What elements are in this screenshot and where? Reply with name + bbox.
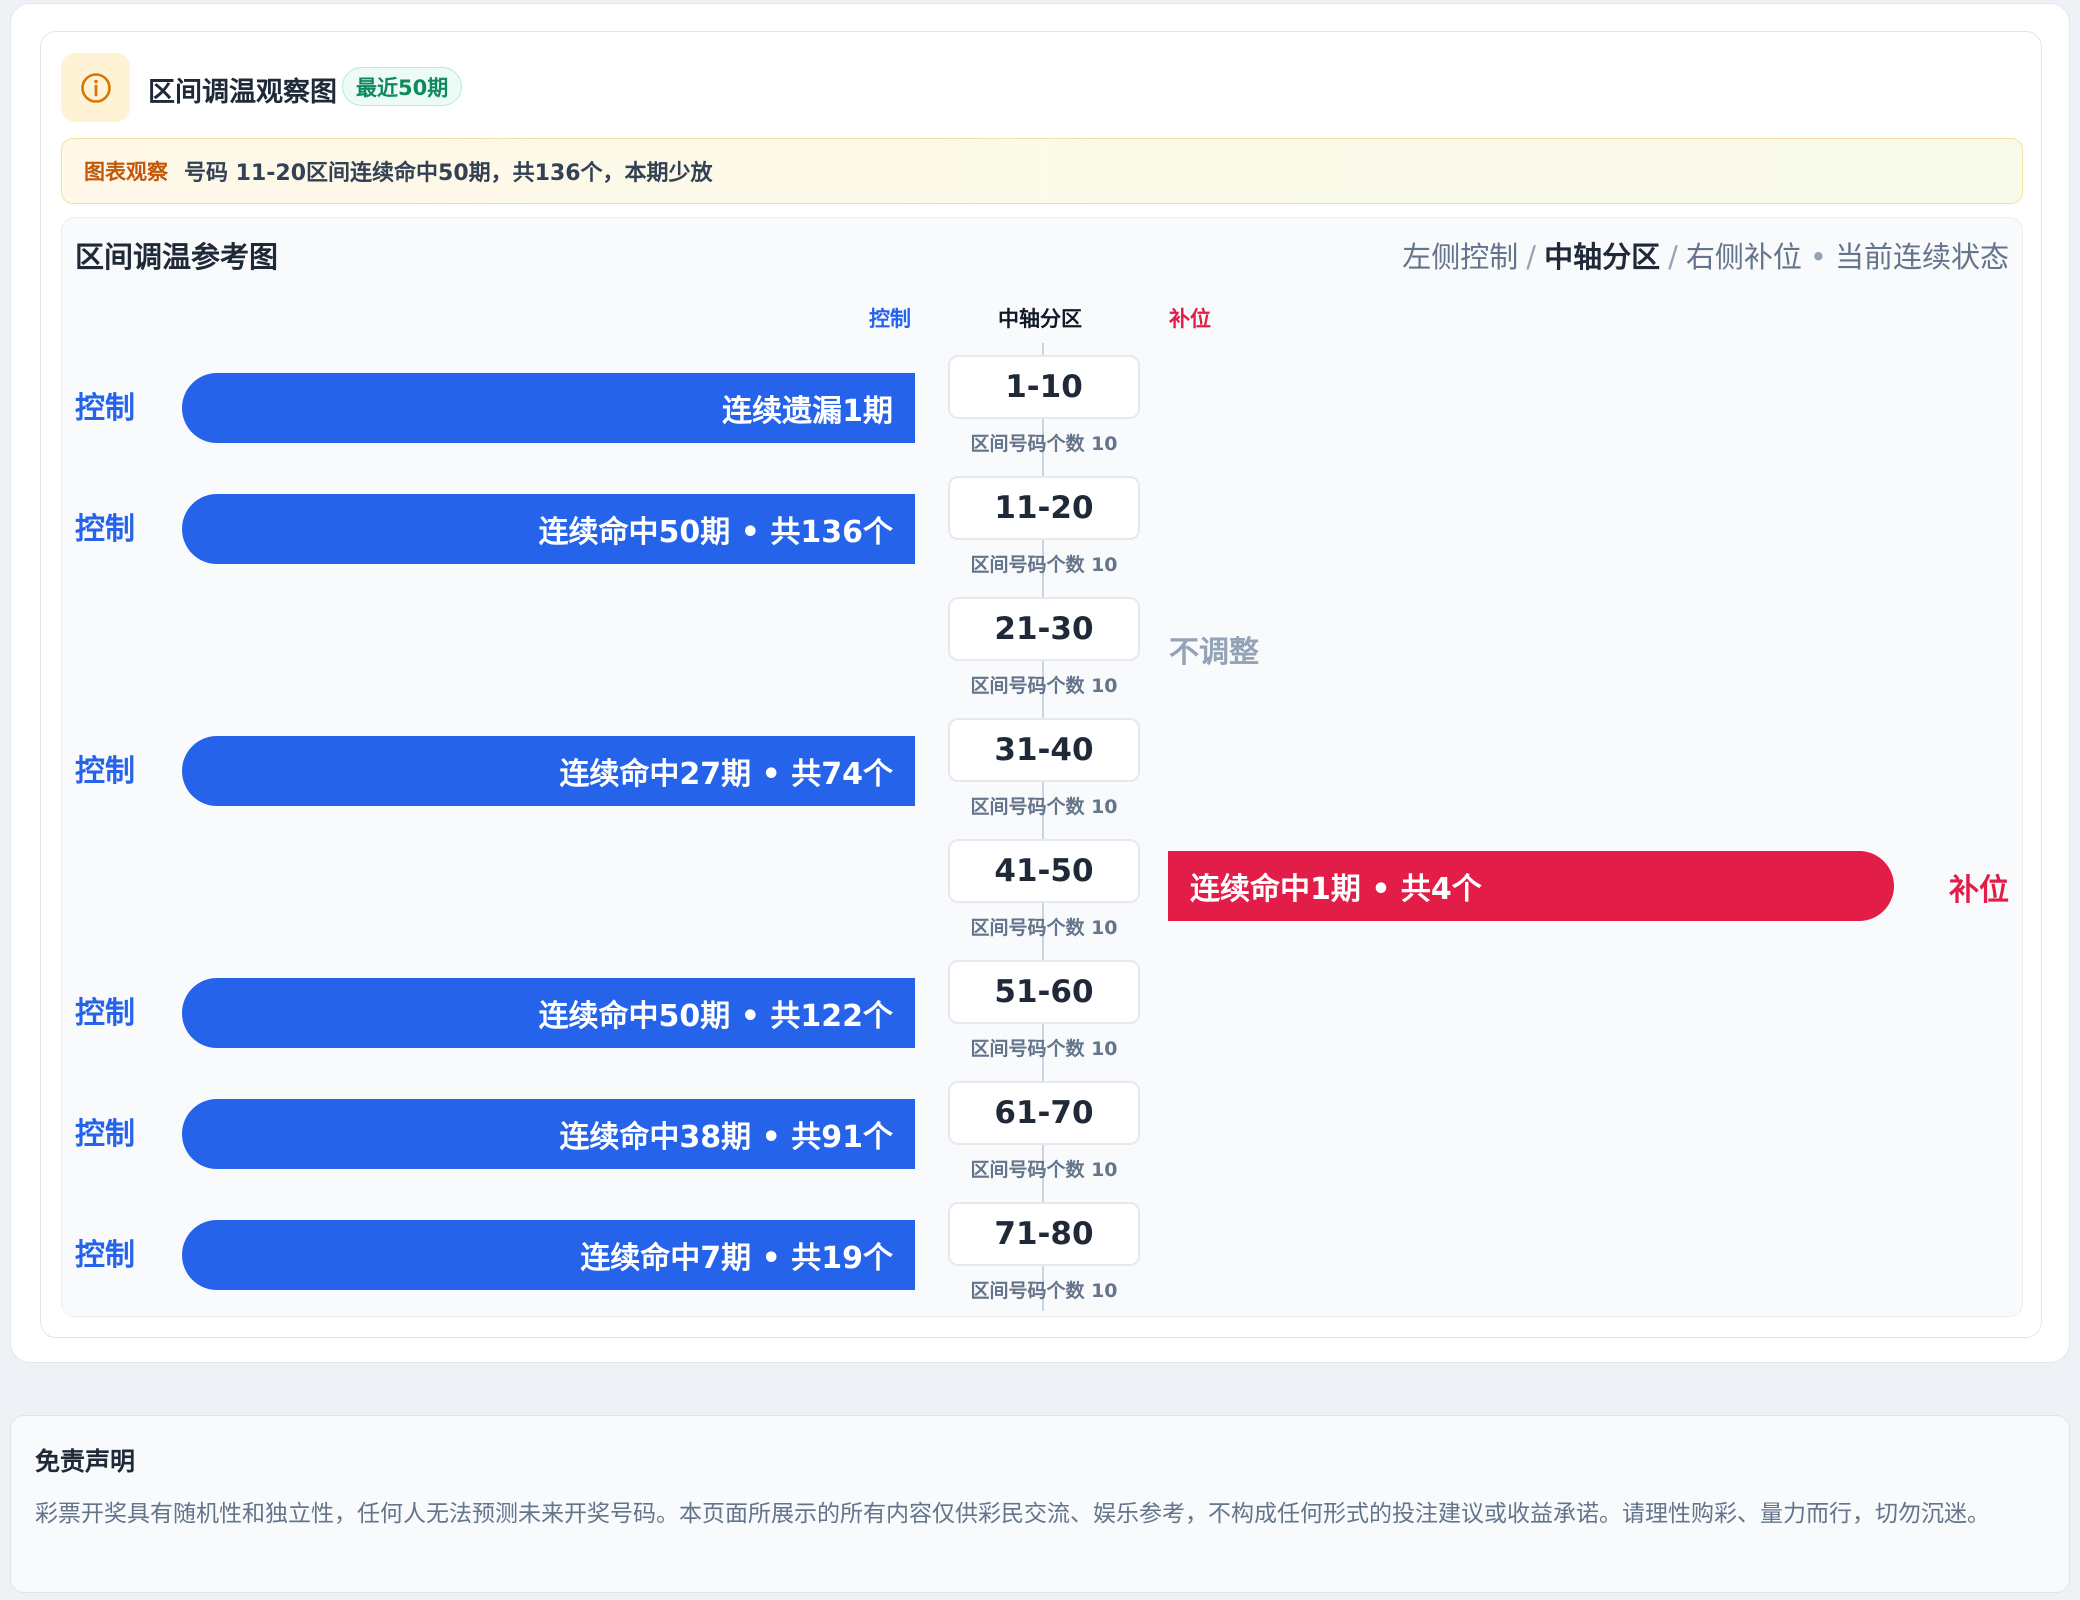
control-label: 控制 xyxy=(75,1238,135,1273)
legend-middle: 中轴分区 xyxy=(1544,240,1661,274)
info-icon xyxy=(80,72,111,103)
range-count-label: 区间号码个数 10 xyxy=(970,1159,1118,1181)
control-bar: 连续命中50期 • 共136个 xyxy=(182,494,915,564)
notice-label: 图表观察 xyxy=(84,160,168,184)
control-bar: 连续命中50期 • 共122个 xyxy=(182,978,915,1048)
legend-left: 左侧控制 xyxy=(1402,240,1519,274)
chart-container: 区间调温观察图 最近50期 图表观察 号码 11-20区间连续命中50期，共13… xyxy=(40,31,2042,1338)
control-bar: 连续命中38期 • 共91个 xyxy=(182,1099,915,1169)
range-box: 11-20 xyxy=(948,476,1140,540)
fill-bar: 连续命中1期 • 共4个 xyxy=(1168,851,1894,921)
card-title: 区间调温观察图 xyxy=(148,77,337,108)
info-icon-box xyxy=(61,53,130,122)
range-box: 21-30 xyxy=(948,597,1140,661)
zone-row-1-10: 控制 连续遗漏1期 1-10 区间号码个数 10 xyxy=(62,353,2022,474)
range-count-label: 区间号码个数 10 xyxy=(970,1280,1118,1302)
control-label: 控制 xyxy=(75,996,135,1031)
zone-temperature-card: 区间调温观察图 最近50期 图表观察 号码 11-20区间连续命中50期，共13… xyxy=(10,3,2070,1363)
zone-row-51-60: 控制 连续命中50期 • 共122个 51-60 区间号码个数 10 xyxy=(62,958,2022,1079)
zone-row-11-20: 控制 连续命中50期 • 共136个 11-20 区间号码个数 10 xyxy=(62,474,2022,595)
legend-slash: / xyxy=(1526,240,1537,274)
chart-title: 区间调温参考图 xyxy=(75,240,279,274)
range-box: 31-40 xyxy=(948,718,1140,782)
control-bar: 连续命中27期 • 共74个 xyxy=(182,736,915,806)
zone-row-41-50: 连续命中1期 • 共4个 补位 41-50 区间号码个数 10 xyxy=(62,837,2022,958)
observation-notice: 图表观察 号码 11-20区间连续命中50期，共136个，本期少放 xyxy=(61,138,2023,204)
control-label: 控制 xyxy=(75,512,135,547)
range-count-label: 区间号码个数 10 xyxy=(970,554,1118,576)
zone-row-21-30: 不调整 21-30 区间号码个数 10 xyxy=(62,595,2022,716)
column-head-fill: 补位 xyxy=(1169,307,1211,331)
range-count-label: 区间号码个数 10 xyxy=(970,433,1118,455)
period-badge: 最近50期 xyxy=(342,67,463,106)
chart-legend: 左侧控制 / 中轴分区 / 右侧补位 • 当前连续状态 xyxy=(1402,234,2009,276)
control-label: 控制 xyxy=(75,391,135,426)
control-label: 控制 xyxy=(75,1117,135,1152)
range-box: 61-70 xyxy=(948,1081,1140,1145)
legend-dot: • xyxy=(1809,240,1827,274)
range-count-label: 区间号码个数 10 xyxy=(970,675,1118,697)
zone-row-31-40: 控制 连续命中27期 • 共74个 31-40 区间号码个数 10 xyxy=(62,716,2022,837)
control-bar: 连续遗漏1期 xyxy=(182,373,915,443)
control-bar: 连续命中7期 • 共19个 xyxy=(182,1220,915,1290)
notice-text: 号码 11-20区间连续命中50期，共136个，本期少放 xyxy=(184,161,713,186)
zone-row-71-80: 控制 连续命中7期 • 共19个 71-80 区间号码个数 10 xyxy=(62,1200,2022,1321)
fill-label: 补位 xyxy=(1949,873,2009,908)
range-count-label: 区间号码个数 10 xyxy=(970,917,1118,939)
zone-row-61-70: 控制 连续命中38期 • 共91个 61-70 区间号码个数 10 xyxy=(62,1079,2022,1200)
legend-state: 当前连续状态 xyxy=(1834,240,2009,274)
range-box: 71-80 xyxy=(948,1202,1140,1266)
range-box: 1-10 xyxy=(948,355,1140,419)
range-box: 41-50 xyxy=(948,839,1140,903)
column-head-control: 控制 xyxy=(869,307,911,331)
legend-slash: / xyxy=(1668,240,1678,274)
disclaimer-box: 免责声明 彩票开奖具有随机性和独立性，任何人无法预测未来开奖号码。本页面所展示的… xyxy=(10,1415,2070,1593)
control-label: 控制 xyxy=(75,754,135,789)
legend-right: 右侧补位 xyxy=(1685,240,1802,274)
disclaimer-text: 彩票开奖具有随机性和独立性，任何人无法预测未来开奖号码。本页面所展示的所有内容仅… xyxy=(35,1501,1990,1527)
range-count-label: 区间号码个数 10 xyxy=(970,1038,1118,1060)
no-adjust-label: 不调整 xyxy=(1169,635,1259,670)
range-box: 51-60 xyxy=(948,960,1140,1024)
disclaimer-title: 免责声明 xyxy=(35,1447,136,1476)
reference-chart-panel: 区间调温参考图 左侧控制 / 中轴分区 / 右侧补位 • 当前连续状态 控制 中轴分区 补位… xyxy=(61,217,2023,1317)
column-head-axis: 中轴分区 xyxy=(998,307,1082,331)
range-count-label: 区间号码个数 10 xyxy=(970,796,1118,818)
